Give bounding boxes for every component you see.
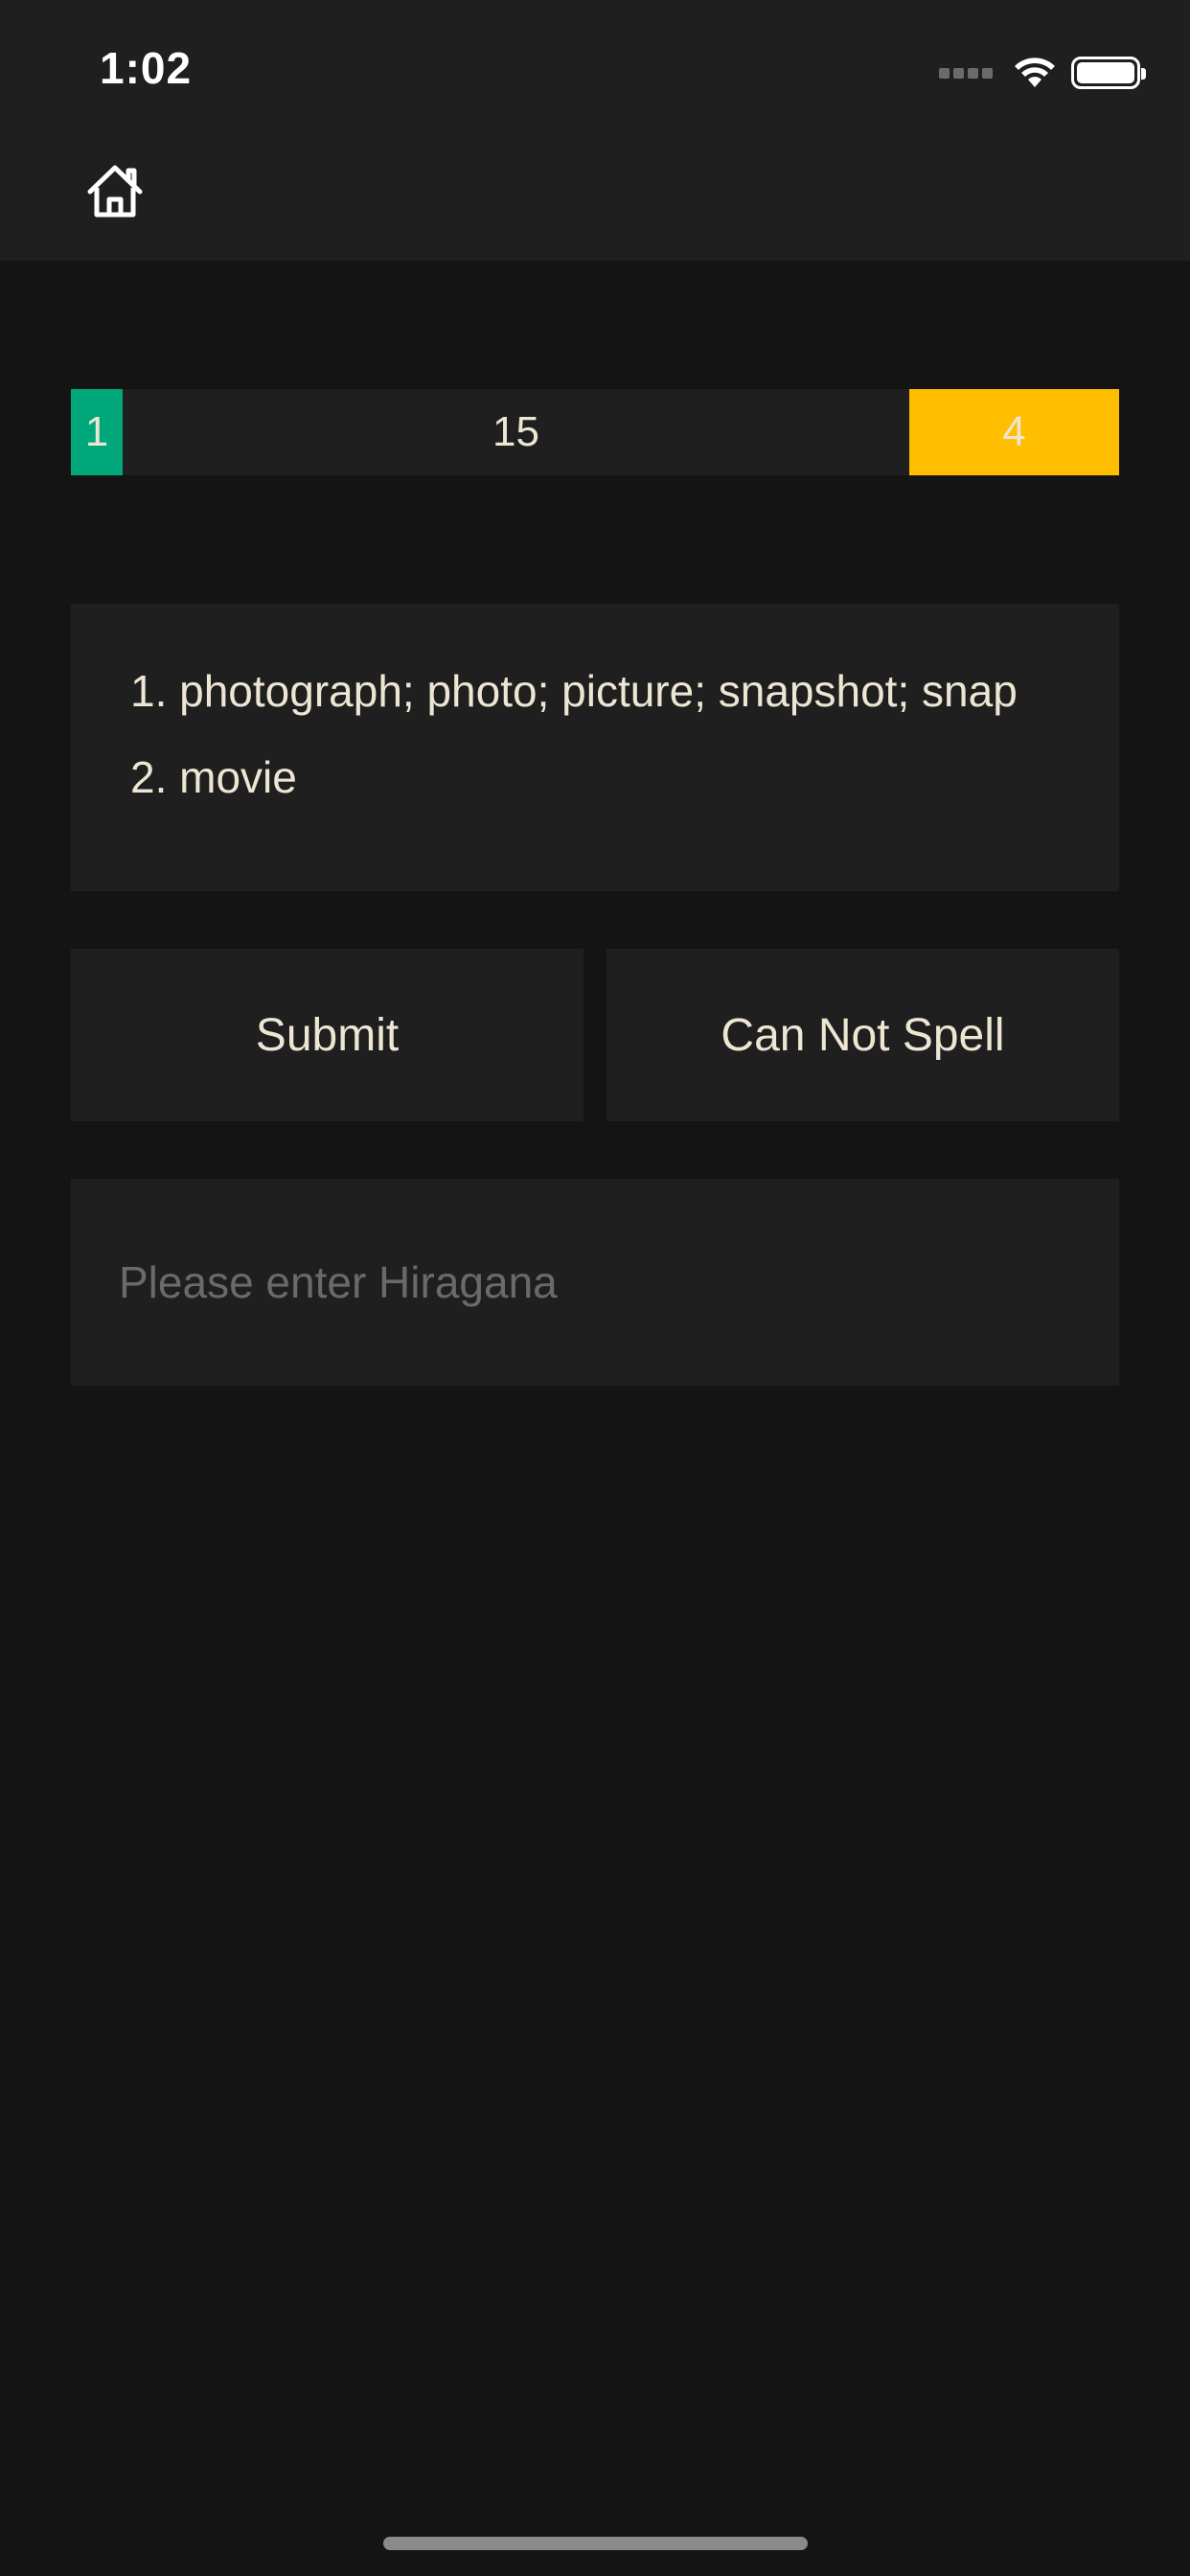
status-icons (939, 54, 1146, 92)
hiragana-input[interactable] (71, 1179, 1119, 1386)
home-indicator[interactable] (383, 2537, 808, 2550)
submit-button[interactable]: Submit (71, 949, 584, 1121)
home-icon (87, 165, 143, 218)
cannot-spell-button[interactable]: Can Not Spell (606, 949, 1119, 1121)
wrong-count: 4 (909, 389, 1119, 475)
wifi-icon (1015, 58, 1055, 87)
home-button[interactable] (84, 163, 146, 220)
correct-count: 1 (71, 389, 123, 475)
header-bar: 1:02 (0, 0, 1190, 261)
status-time: 1:02 (100, 43, 193, 93)
remaining-count: 15 (123, 389, 909, 475)
meaning-item: 1. photograph; photo; picture; snapshot;… (130, 666, 1018, 716)
flashcard-screen: 1:02 1 15 4 1. photograph; photo; pictur… (0, 0, 1190, 2576)
signal-icon (939, 67, 996, 79)
battery-icon (1071, 57, 1146, 89)
meaning-item: 2. movie (130, 752, 297, 802)
quiz-progress-bar: 1 15 4 (71, 389, 1119, 475)
meaning-card: 1. photograph; photo; picture; snapshot;… (71, 604, 1119, 891)
